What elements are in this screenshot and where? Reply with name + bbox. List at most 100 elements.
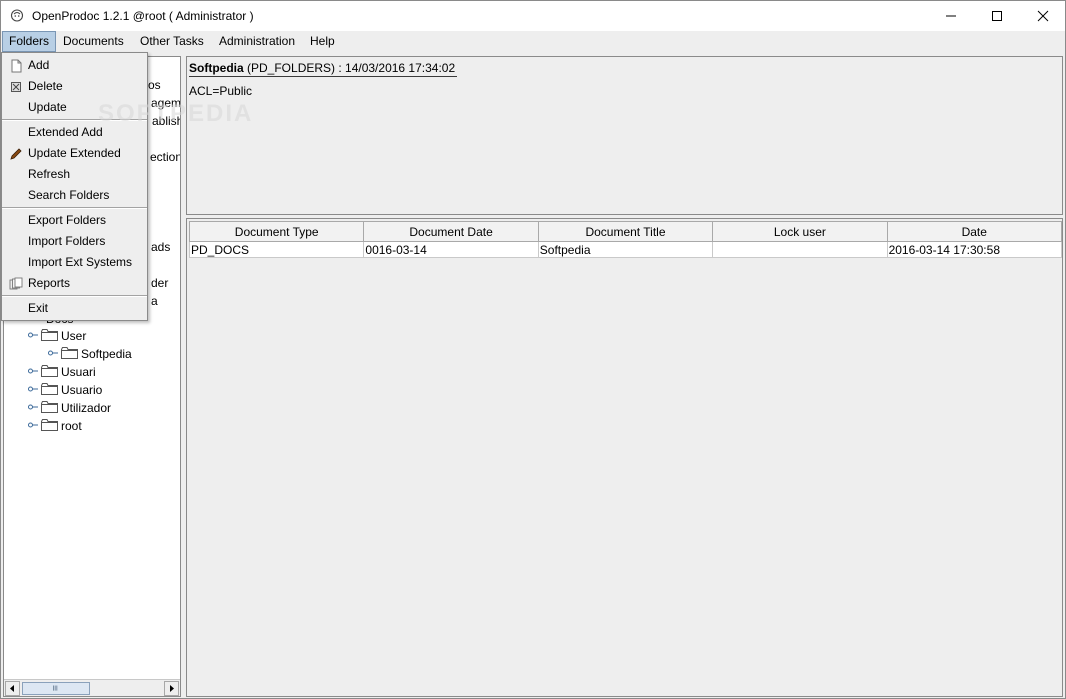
menu-item-export-folders[interactable]: Export Folders	[2, 210, 147, 231]
menu-item-exit[interactable]: Exit	[2, 298, 147, 319]
cell-lock-user[interactable]	[712, 241, 888, 258]
menu-item-reports[interactable]: Reports	[2, 273, 147, 294]
tree-expander-icon[interactable]	[48, 349, 58, 357]
menu-item-update-extended[interactable]: Update Extended	[2, 143, 147, 164]
folder-info-panel: Softpedia (PD_FOLDERS) : 14/03/2016 17:3…	[186, 56, 1063, 215]
menu-item-add[interactable]: Add	[2, 55, 147, 76]
tree-expander-icon[interactable]	[28, 367, 38, 375]
tree-node-utilizador[interactable]: Utilizador	[28, 399, 111, 417]
menu-folders[interactable]: Folders	[2, 31, 57, 52]
menu-item-label: Search Folders	[28, 188, 110, 202]
tree-expander-icon[interactable]	[28, 385, 38, 393]
minimize-icon	[946, 15, 956, 17]
tree-horizontal-scrollbar[interactable]	[4, 679, 180, 696]
scroll-left-button[interactable]	[5, 681, 20, 696]
table-row[interactable]: PD_DOCS 0016-03-14 Softpedia 2016-03-14 …	[188, 241, 1063, 258]
menu-item-import-folders[interactable]: Import Folders	[2, 231, 147, 252]
folder-info-header: Softpedia (PD_FOLDERS) : 14/03/2016 17:3…	[189, 59, 458, 77]
app-logo-icon	[10, 9, 24, 22]
folder-icon	[41, 419, 58, 431]
menu-item-search-folders[interactable]: Search Folders	[2, 185, 147, 206]
tree-node-softpedia[interactable]: Softpedia	[48, 345, 132, 363]
tree-node-label: Softpedia	[81, 347, 132, 361]
scroll-thumb[interactable]	[22, 682, 90, 695]
cell-date[interactable]: 2016-03-14 17:30:58	[886, 241, 1063, 258]
pencil-icon	[10, 148, 22, 160]
watermark: SOFTPEDIA	[98, 100, 254, 127]
cell-document-date[interactable]: 0016-03-14	[363, 241, 539, 258]
folder-icon	[41, 365, 58, 377]
menu-item-label: Import Ext Systems	[28, 255, 133, 269]
menu-item-label: Import Folders	[28, 234, 106, 248]
maximize-icon	[992, 11, 1002, 21]
menu-item-label: Add	[28, 58, 50, 72]
folder-acl: ACL=Public	[189, 84, 253, 98]
folder-icon	[41, 329, 58, 341]
column-document-type[interactable]: Document Type	[188, 221, 365, 242]
tree-expander-icon[interactable]	[28, 403, 38, 411]
tree-fragment: ads	[151, 240, 171, 254]
menu-other-tasks[interactable]: Other Tasks	[134, 31, 210, 52]
main-area: os agem ablish ection ads der a Docs Use…	[0, 52, 1066, 699]
menu-item-refresh[interactable]: Refresh	[2, 164, 147, 185]
tree-expander-icon[interactable]	[28, 331, 38, 339]
window-title: OpenProdoc 1.2.1 @root ( Administrator )	[32, 9, 254, 23]
folder-meta: (PD_FOLDERS) : 14/03/2016 17:34:02	[247, 61, 456, 75]
folder-icon	[61, 347, 78, 359]
menu-item-label: Delete	[28, 79, 63, 93]
menu-documents[interactable]: Documents	[57, 31, 130, 52]
menu-separator	[2, 207, 147, 209]
folder-name: Softpedia	[189, 61, 244, 75]
menu-administration[interactable]: Administration	[213, 31, 301, 52]
delete-icon	[11, 82, 21, 92]
menu-item-label: Extended Add	[28, 125, 103, 139]
tree-node-label: Usuario	[61, 383, 103, 397]
tree-node-label: User	[61, 329, 87, 343]
tree-node-label: Usuari	[61, 365, 96, 379]
column-document-title[interactable]: Document Title	[537, 221, 714, 242]
documents-table[interactable]: Document Type Document Date Document Tit…	[188, 221, 1063, 258]
arrow-left-icon	[10, 685, 14, 692]
tree-node-usuari[interactable]: Usuari	[28, 363, 96, 381]
tree-node-label: root	[61, 419, 82, 433]
folder-icon	[41, 401, 58, 413]
menu-item-delete[interactable]: Delete	[2, 76, 147, 97]
folders-menu: Add Delete Update Extended Add Update Ex…	[1, 52, 148, 321]
cell-document-title[interactable]: Softpedia	[537, 241, 714, 258]
tree-node-user[interactable]: User	[28, 327, 86, 345]
folder-icon	[41, 383, 58, 395]
menu-item-label: Export Folders	[28, 213, 107, 227]
tree-fragment: os	[148, 78, 161, 92]
column-date[interactable]: Date	[886, 221, 1063, 242]
cell-document-type[interactable]: PD_DOCS	[188, 241, 365, 258]
close-icon	[1037, 10, 1049, 22]
scroll-right-button[interactable]	[164, 681, 179, 696]
tree-node-label: Utilizador	[61, 401, 112, 415]
menu-item-label: Update	[28, 100, 67, 114]
grip-icon	[53, 685, 58, 691]
tree-fragment: a	[151, 294, 158, 308]
tree-expander-icon[interactable]	[28, 421, 38, 429]
tree-fragment: der	[151, 276, 169, 290]
column-document-date[interactable]: Document Date	[363, 221, 539, 242]
menu-separator	[2, 295, 147, 297]
menu-item-label: Reports	[28, 276, 71, 290]
maximize-button[interactable]	[974, 1, 1020, 31]
tree-node-usuario[interactable]: Usuario	[28, 381, 102, 399]
tree-fragment: ection	[150, 150, 181, 164]
new-file-icon	[11, 59, 22, 73]
minimize-button[interactable]	[928, 1, 974, 31]
title-bar: OpenProdoc 1.2.1 @root ( Administrator )	[0, 0, 1066, 31]
menu-help[interactable]: Help	[304, 31, 341, 52]
close-button[interactable]	[1020, 1, 1066, 31]
menu-item-label: Update Extended	[28, 146, 121, 160]
arrow-right-icon	[170, 685, 174, 692]
column-lock-user[interactable]: Lock user	[712, 221, 888, 242]
menu-bar: Folders Documents Other Tasks Administra…	[0, 31, 1066, 52]
menu-item-label: Exit	[28, 301, 49, 315]
menu-item-label: Refresh	[28, 167, 71, 181]
documents-panel: Document Type Document Date Document Tit…	[186, 218, 1063, 697]
menu-item-import-ext-systems[interactable]: Import Ext Systems	[2, 252, 147, 273]
reports-icon	[9, 277, 23, 290]
tree-node-root[interactable]: root	[28, 417, 82, 435]
